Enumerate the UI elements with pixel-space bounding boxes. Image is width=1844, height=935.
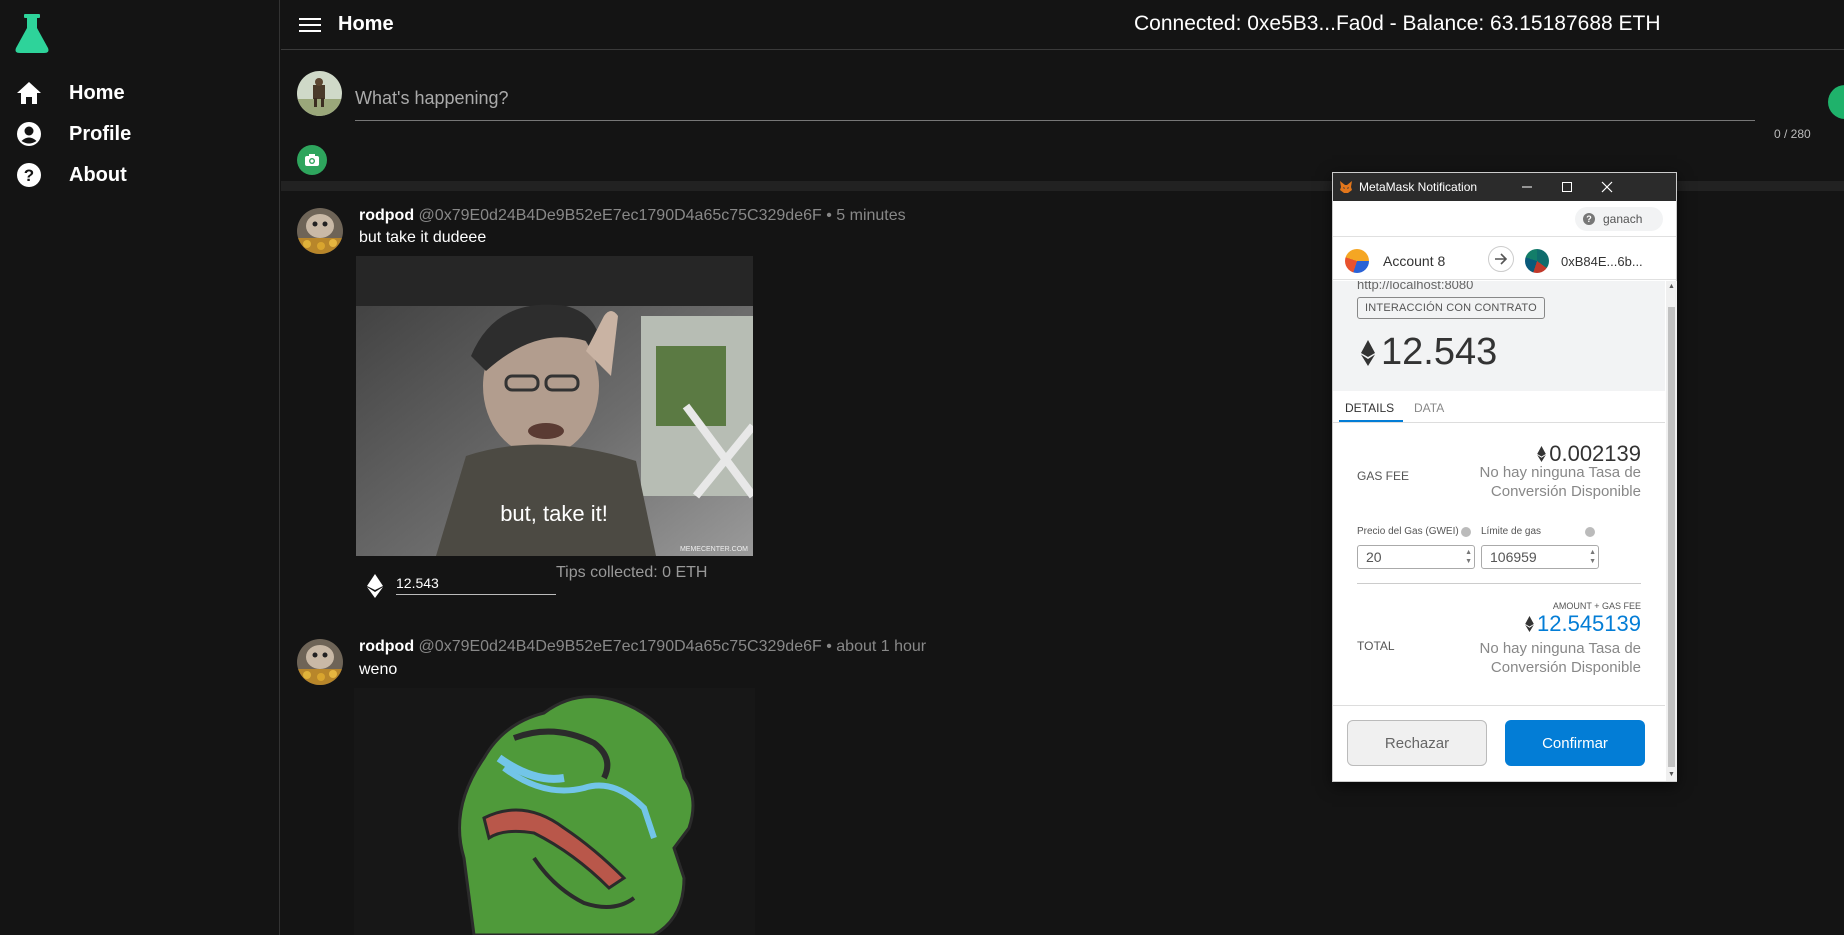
- ethereum-icon: [1361, 339, 1375, 366]
- avatar: [297, 639, 343, 685]
- network-name: ganach: [1603, 212, 1643, 226]
- scrollbar-thumb[interactable]: [1668, 307, 1675, 767]
- app-root: Home Profile ? About Home Connected: 0xe…: [0, 0, 1844, 935]
- post-address: @0x79E0d24B4De9B52eE7ec1790D4a65c75C329d…: [418, 638, 822, 655]
- from-account-name: Account 8: [1383, 253, 1446, 269]
- tab-data[interactable]: DATA: [1414, 401, 1444, 415]
- post-address: @0x79E0d24B4De9B52eE7ec1790D4a65c75C329d…: [418, 207, 822, 224]
- minimize-icon[interactable]: [1507, 176, 1547, 198]
- home-icon: [14, 78, 44, 108]
- reject-button[interactable]: Rechazar: [1347, 720, 1487, 766]
- total-value: 12.545139: [1525, 611, 1641, 637]
- gas-limit-input[interactable]: 106959 ▲ ▼: [1481, 545, 1599, 569]
- feed-post: rodpod @0x79E0d24B4De9B52eE7ec1790D4a65c…: [281, 625, 1341, 935]
- confirm-button[interactable]: Confirmar: [1505, 720, 1645, 766]
- network-selector[interactable]: ? ganach: [1575, 207, 1663, 231]
- post-time: • 5 minutes: [826, 207, 906, 224]
- page-title: Home: [338, 13, 394, 35]
- arrow-right-icon: [1488, 246, 1514, 272]
- sidebar-item-profile[interactable]: Profile: [14, 117, 131, 151]
- post-text: weno: [359, 661, 398, 678]
- wallet-connection-status: Connected: 0xe5B3...Fa0d - Balance: 63.1…: [1134, 12, 1661, 35]
- sidebar-item-about[interactable]: ? About: [14, 158, 127, 192]
- gas-limit-label: Límite de gas: [1481, 526, 1542, 537]
- help-circle-icon: ?: [14, 160, 44, 190]
- scrollbar[interactable]: ▲ ▼: [1666, 281, 1677, 781]
- sidebar-item-label: About: [69, 163, 127, 186]
- active-tab-indicator: [1339, 420, 1403, 422]
- total-amount: 12.545139: [1537, 611, 1641, 636]
- window-titlebar: MetaMask Notification: [1333, 173, 1676, 201]
- avatar: [297, 71, 342, 116]
- post-author[interactable]: rodpod: [359, 638, 414, 655]
- account-transfer-row: Account 8 0xB84E...6b...: [1333, 236, 1676, 280]
- feed-post: rodpod @0x79E0d24B4De9B52eE7ec1790D4a65c…: [281, 191, 1341, 615]
- camera-icon[interactable]: [297, 145, 327, 175]
- scroll-down-icon[interactable]: ▼: [1667, 771, 1676, 778]
- maximize-icon[interactable]: [1547, 176, 1587, 198]
- close-icon[interactable]: [1587, 176, 1627, 198]
- action-footer: Rechazar Confirmar: [1333, 705, 1665, 781]
- origin-url: http://localhost:8080: [1357, 281, 1474, 292]
- from-account[interactable]: Account 8: [1345, 249, 1445, 273]
- post-image: but, take it! MEMECENTER.COM: [356, 256, 753, 556]
- avatar: [297, 208, 343, 254]
- char-counter: 0 / 280: [1774, 127, 1811, 141]
- tweet-send-button[interactable]: [1828, 85, 1844, 119]
- post-header: rodpod @0x79E0d24B4De9B52eE7ec1790D4a65c…: [359, 207, 906, 225]
- account-circle-icon: [14, 119, 44, 149]
- sidebar-item-label: Home: [69, 81, 125, 104]
- gas-fee-label: GAS FEE: [1357, 469, 1410, 483]
- top-bar: Home Connected: 0xe5B3...Fa0d - Balance:…: [281, 0, 1844, 50]
- ethereum-icon: [367, 574, 383, 598]
- sidebar-item-label: Profile: [69, 122, 132, 145]
- details-tabs: DETAILS DATA: [1333, 391, 1665, 423]
- post-image: [354, 688, 755, 935]
- scroll-up-icon[interactable]: ▲: [1667, 283, 1676, 290]
- ethereum-icon: [1525, 616, 1534, 632]
- post-header: rodpod @0x79E0d24B4De9B52eE7ec1790D4a65c…: [359, 638, 926, 656]
- question-icon: ?: [1583, 213, 1595, 225]
- divider: [1357, 583, 1641, 584]
- sidebar: Home Profile ? About: [0, 0, 280, 935]
- tip-amount-input[interactable]: [396, 571, 556, 595]
- transaction-amount: 12.543: [1361, 331, 1497, 374]
- post-author[interactable]: rodpod: [359, 207, 414, 224]
- menu-icon[interactable]: [299, 14, 321, 34]
- tweet-composer: 0 / 280: [281, 51, 1844, 181]
- to-account[interactable]: 0xB84E...6b...: [1525, 249, 1643, 273]
- info-icon[interactable]: [1585, 527, 1595, 537]
- post-text: but take it dudeee: [359, 229, 487, 246]
- gas-fee-conversion: No hay ninguna Tasa de Conversión Dispon…: [1479, 464, 1641, 500]
- image-caption: but, take it!: [500, 501, 608, 526]
- identicon-icon: [1345, 249, 1369, 273]
- ethereum-icon: [1537, 446, 1547, 462]
- amount-plus-gas-label: AMOUNT + GAS FEE: [1552, 601, 1641, 611]
- transaction-summary: http://localhost:8080 INTERACCIÓN CON CO…: [1333, 281, 1665, 391]
- gas-limit-value: 106959: [1490, 549, 1537, 565]
- contract-interaction-badge: INTERACCIÓN CON CONTRATO: [1357, 297, 1545, 319]
- tab-details[interactable]: DETAILS: [1345, 401, 1394, 415]
- sidebar-item-home[interactable]: Home: [14, 76, 125, 110]
- svg-text:?: ?: [24, 166, 34, 185]
- flask-logo-icon[interactable]: [14, 14, 50, 54]
- total-label: TOTAL: [1357, 639, 1395, 653]
- spinner-arrows-icon[interactable]: ▲ ▼: [1465, 548, 1472, 566]
- post-time: • about 1 hour: [826, 638, 927, 655]
- metamask-fox-icon: [1339, 180, 1353, 194]
- gas-price-value: 20: [1366, 549, 1382, 565]
- spinner-arrows-icon[interactable]: ▲ ▼: [1589, 548, 1596, 566]
- amount-value: 12.543: [1381, 331, 1498, 373]
- total-conversion: No hay ninguna Tasa de Conversión Dispon…: [1479, 640, 1641, 676]
- gas-price-input[interactable]: 20 ▲ ▼: [1357, 545, 1475, 569]
- to-account-address: 0xB84E...6b...: [1561, 253, 1643, 269]
- window-title: MetaMask Notification: [1359, 180, 1478, 194]
- gas-price-label: Precio del Gas (GWEI): [1357, 526, 1459, 537]
- tweet-input[interactable]: [355, 81, 1755, 121]
- identicon-icon: [1525, 249, 1549, 273]
- metamask-popup: MetaMask Notification ? ganach Account 8: [1332, 172, 1677, 782]
- info-icon[interactable]: [1461, 527, 1471, 537]
- tips-collected: Tips collected: 0 ETH: [556, 564, 708, 581]
- image-watermark: MEMECENTER.COM: [680, 546, 748, 553]
